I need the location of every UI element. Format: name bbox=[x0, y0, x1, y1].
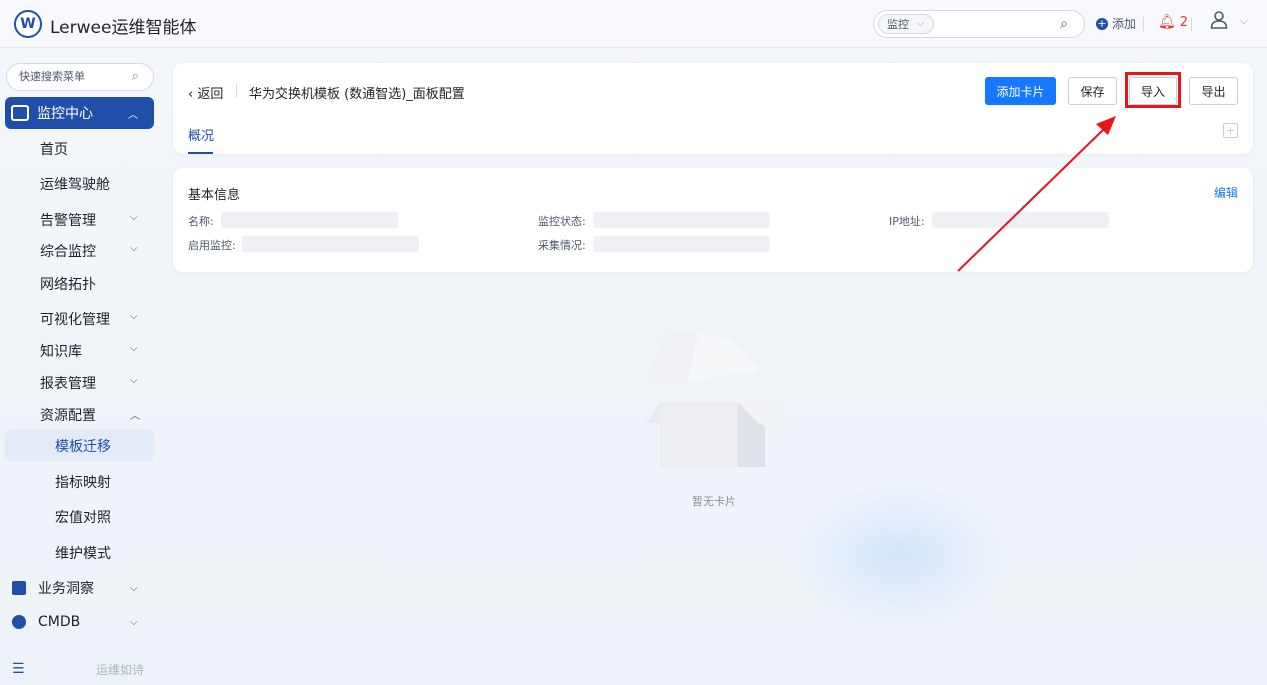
user-icon[interactable] bbox=[1210, 11, 1228, 34]
sidebar-group-monitor[interactable]: 监控中心 ︿ bbox=[5, 97, 154, 129]
chevron-left-icon: ‹ bbox=[188, 87, 194, 102]
search-icon[interactable]: ⌕ bbox=[132, 69, 139, 84]
menu-search[interactable]: ⌕ bbox=[6, 63, 154, 91]
sidebar-item-cockpit[interactable]: 运维驾驶舱 bbox=[40, 174, 110, 194]
sidebar-item-home[interactable]: 首页 bbox=[40, 139, 68, 159]
chevron-down-icon: ⌵ bbox=[130, 243, 138, 254]
collapse-menu-icon[interactable]: ☰ bbox=[12, 661, 25, 677]
annotation-highlight-box bbox=[1125, 72, 1181, 108]
chevron-down-icon: ⌵ bbox=[130, 212, 138, 223]
sidebar-subitem-metric-mapping[interactable]: 指标映射 bbox=[55, 472, 111, 492]
sidebar-group-cmdb[interactable]: CMDB ⌵ bbox=[12, 614, 138, 630]
value-placeholder bbox=[932, 212, 1109, 228]
cube-icon bbox=[12, 615, 26, 629]
basic-info-card: 基本信息 编辑 名称: 监控状态: IP地址: 启用监控: 采集情况: bbox=[173, 168, 1253, 272]
divider bbox=[236, 84, 237, 98]
value-placeholder bbox=[593, 236, 770, 252]
page-title: 华为交换机模板 (数通智选)_面板配置 bbox=[249, 87, 465, 102]
back-link[interactable]: ‹ 返回 bbox=[188, 83, 223, 102]
field-label-ip: IP地址: bbox=[889, 215, 925, 228]
chevron-up-icon: ︿ bbox=[128, 109, 138, 121]
alert-bell[interactable]: 🔔︎ 2 bbox=[1158, 14, 1188, 30]
field-label-enabled: 启用监控: bbox=[188, 239, 236, 252]
logo-icon[interactable]: W bbox=[14, 10, 42, 38]
chevron-down-icon: ⌵ bbox=[130, 311, 138, 322]
sidebar-item-visual[interactable]: 可视化管理 ⌵ bbox=[40, 309, 138, 329]
sidebar-item-resource[interactable]: 资源配置 ︿ bbox=[40, 405, 140, 425]
add-button[interactable]: + 添加 bbox=[1096, 15, 1136, 32]
search-scope-select[interactable]: 监控 ⌵ bbox=[878, 14, 934, 34]
edit-link[interactable]: 编辑 bbox=[1214, 184, 1238, 201]
value-placeholder bbox=[242, 236, 419, 252]
chevron-down-icon: ⌵ bbox=[130, 582, 138, 594]
empty-box-icon bbox=[640, 330, 785, 475]
tab-overview[interactable]: 概况 bbox=[188, 125, 214, 144]
sidebar-item-alert[interactable]: 告警管理 ⌵ bbox=[40, 210, 138, 230]
sidebar-item-report[interactable]: 报表管理 ⌵ bbox=[40, 373, 138, 393]
bell-icon: 🔔︎ bbox=[1158, 14, 1176, 30]
sidebar-subitem-maintenance[interactable]: 维护模式 bbox=[55, 543, 111, 563]
brand-name: Lerwee运维智能体 bbox=[50, 18, 197, 38]
field-label-collect: 采集情况: bbox=[538, 239, 586, 252]
empty-state-text: 暂无卡片 bbox=[692, 495, 736, 508]
add-card-button[interactable]: 添加卡片 bbox=[985, 77, 1056, 105]
search-icon[interactable]: ⌕ bbox=[1060, 16, 1068, 32]
alert-count: 2 bbox=[1179, 14, 1189, 30]
sidebar-item-topology[interactable]: 网络拓扑 bbox=[40, 274, 96, 294]
field-label-monitor-status: 监控状态: bbox=[538, 215, 586, 228]
sidebar: ⌕ 监控中心 ︿ 首页 运维驾驶舱 告警管理 ⌵ 综合监控 ⌵ 网络拓扑 可视化… bbox=[0, 49, 162, 685]
business-icon bbox=[12, 581, 26, 595]
monitor-icon bbox=[11, 105, 29, 121]
section-title: 基本信息 bbox=[188, 188, 241, 203]
top-bar: W Lerwee运维智能体 监控 ⌵ ⌕ + 添加 🔔︎ 2 ⌵ bbox=[0, 0, 1267, 48]
plus-circle-icon: + bbox=[1096, 16, 1108, 30]
chevron-down-icon: ⌵ bbox=[130, 343, 138, 354]
save-button[interactable]: 保存 bbox=[1068, 77, 1117, 105]
chevron-up-icon: ︿ bbox=[130, 411, 140, 422]
value-placeholder bbox=[593, 212, 770, 228]
menu-search-input[interactable] bbox=[19, 70, 119, 83]
add-tab-icon[interactable]: + bbox=[1223, 123, 1238, 138]
global-search[interactable]: 监控 ⌵ ⌕ bbox=[873, 10, 1085, 38]
field-label-name: 名称: bbox=[188, 215, 214, 228]
chevron-down-icon: ⌵ bbox=[917, 19, 924, 29]
sidebar-subitem-macro[interactable]: 宏值对照 bbox=[55, 507, 111, 527]
export-button[interactable]: 导出 bbox=[1189, 77, 1238, 105]
sidebar-item-integrated[interactable]: 综合监控 ⌵ bbox=[40, 241, 138, 261]
divider bbox=[1191, 17, 1192, 31]
chevron-down-icon: ⌵ bbox=[130, 616, 138, 628]
page-header-card: ‹ 返回 华为交换机模板 (数通智选)_面板配置 添加卡片 保存 导入 导出 概… bbox=[173, 63, 1253, 154]
chevron-down-icon: ⌵ bbox=[130, 375, 138, 386]
sidebar-subitem-template-migration[interactable]: 模板迁移 bbox=[5, 429, 154, 461]
chevron-down-icon[interactable]: ⌵ bbox=[1240, 16, 1248, 27]
sidebar-group-business[interactable]: 业务洞察 ⌵ bbox=[12, 578, 138, 598]
divider bbox=[1143, 17, 1144, 31]
sidebar-item-knowledge[interactable]: 知识库 ⌵ bbox=[40, 341, 138, 361]
tab-active-indicator bbox=[188, 152, 213, 154]
sidebar-footer: ☰ 运维如诗 bbox=[12, 661, 145, 677]
value-placeholder bbox=[221, 212, 398, 228]
